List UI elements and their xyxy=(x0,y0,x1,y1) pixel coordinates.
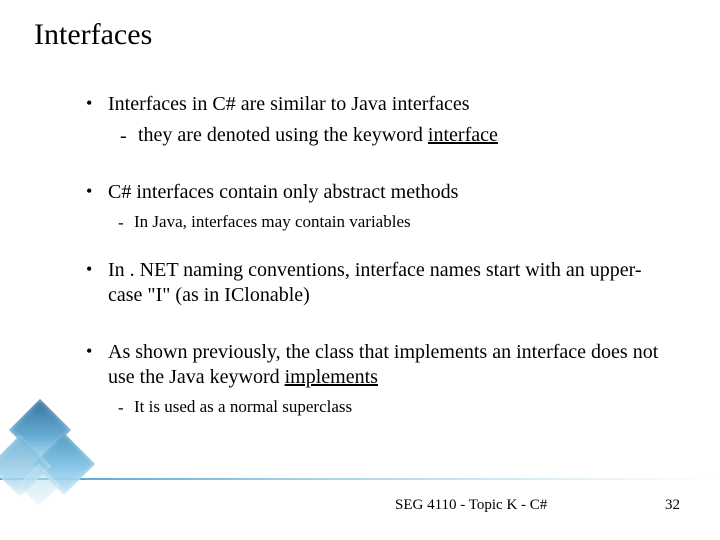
footer-course: SEG 4110 - Topic K - C# xyxy=(395,497,547,514)
dash-mark: - xyxy=(118,397,124,418)
bullet-2-sub-text: In Java, interfaces may contain variable… xyxy=(134,212,411,231)
bullet-2-sub: - In Java, interfaces may contain variab… xyxy=(84,211,660,232)
bullet-3: In . NET naming conventions, interface n… xyxy=(84,258,660,308)
dash-mark: - xyxy=(120,124,127,149)
footer-page: 32 xyxy=(665,497,680,514)
bullet-1-text: Interfaces in C# are similar to Java int… xyxy=(108,93,470,115)
bullet-1-sub-prefix: they are denoted using the keyword xyxy=(138,124,428,146)
bullet-3-text: In . NET naming conventions, interface n… xyxy=(108,259,642,306)
accent-bar xyxy=(0,478,720,480)
dash-mark: - xyxy=(118,212,124,233)
bullet-1-sub: - they are denoted using the keyword int… xyxy=(84,123,660,148)
bullet-1: Interfaces in C# are similar to Java int… xyxy=(84,92,660,117)
bullet-4-prefix: As shown previously, the class that impl… xyxy=(108,341,658,388)
bullet-2: C# interfaces contain only abstract meth… xyxy=(84,180,660,205)
bullet-2-text: C# interfaces contain only abstract meth… xyxy=(108,181,458,203)
bullet-4-sub-text: It is used as a normal superclass xyxy=(134,397,352,416)
keyword-interface: interface xyxy=(428,124,498,146)
slide-title: Interfaces xyxy=(34,18,152,52)
bullet-4: As shown previously, the class that impl… xyxy=(84,340,660,390)
slide-content: Interfaces in C# are similar to Java int… xyxy=(84,92,660,418)
decorative-diamonds xyxy=(0,400,104,510)
keyword-implements: implements xyxy=(285,366,378,388)
slide: Interfaces Interfaces in C# are similar … xyxy=(0,0,720,540)
bullet-4-sub: - It is used as a normal superclass xyxy=(84,396,660,417)
